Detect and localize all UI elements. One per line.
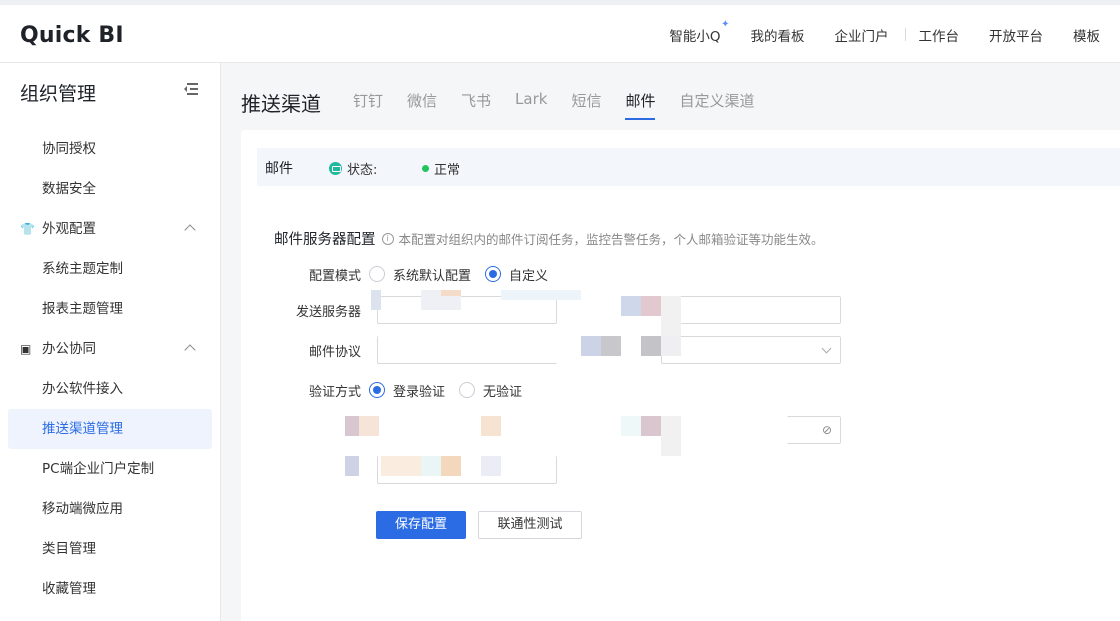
sparkle-icon: ✦ — [721, 19, 730, 30]
redacted-block — [621, 416, 641, 436]
collapse-sidebar-icon[interactable] — [184, 83, 198, 95]
sidebar-group-office[interactable]: ▣ 办公协同 — [20, 329, 200, 369]
redacted-block — [581, 336, 601, 356]
top-bar: Quick BI 智能小Q ✦ 我的看板 企业门户 工作台 开放平台 模板 — [0, 0, 1120, 63]
nav-my-dashboards[interactable]: 我的看板 — [751, 25, 805, 45]
auth-row: 验证方式 登录验证 无验证 — [241, 376, 536, 404]
protocol-select[interactable] — [661, 336, 841, 364]
page-title: 推送渠道 — [241, 92, 321, 116]
auth-label: 验证方式 — [308, 384, 361, 400]
status-channel: 邮件 — [265, 161, 293, 177]
redacted-block — [641, 336, 661, 356]
top-nav: 智能小Q ✦ 我的看板 企业门户 工作台 开放平台 模板 — [669, 19, 1120, 45]
tab-feishu[interactable]: 飞书 — [461, 90, 491, 120]
tab-lark[interactable]: Lark — [515, 90, 547, 120]
sidebar-item-push-channel[interactable]: 推送渠道管理 — [8, 409, 212, 449]
sidebar-item-report-theme[interactable]: 报表主题管理 — [8, 289, 212, 329]
redacted-block — [421, 456, 441, 476]
logo[interactable]: Quick BI — [20, 23, 124, 48]
redacted-block — [601, 336, 621, 356]
redacted-block — [359, 416, 379, 436]
connectivity-test-button[interactable]: 联通性测试 — [478, 511, 582, 539]
redacted-block — [371, 290, 381, 310]
radio-system-default[interactable]: 系统默认配置 — [369, 265, 471, 284]
redacted-block — [481, 456, 501, 476]
status-label: 状态: — [329, 159, 377, 178]
redacted-block — [345, 456, 359, 476]
nav-open-platform[interactable]: 开放平台 — [989, 25, 1043, 45]
sidebar: 组织管理 协同授权 数据安全 👕 外观配置 系统主题定制 报表主题管理 ▣ 办公协同… — [0, 63, 221, 621]
mail-status-icon — [329, 162, 342, 175]
tab-dingtalk[interactable]: 钉钉 — [353, 90, 383, 120]
nav-workbench[interactable]: 工作台 — [919, 25, 960, 45]
eye-hidden-icon[interactable]: ⊘ — [822, 423, 832, 437]
sidebar-title: 组织管理 — [20, 83, 97, 105]
username-input[interactable] — [377, 416, 557, 444]
redacted-block — [621, 296, 641, 316]
radio-login-auth[interactable]: 登录验证 — [369, 381, 445, 400]
sidebar-item-favorites[interactable]: 收藏管理 — [8, 569, 212, 609]
status-dot-icon — [422, 165, 429, 172]
redacted-block — [661, 416, 681, 456]
nav-enterprise-portal[interactable]: 企业门户 — [835, 25, 906, 45]
config-card: 邮件 状态: 正常 邮件服务器配置 i 本配置对组织内的邮件订阅任务，监控告警任… — [241, 130, 1120, 621]
password-input[interactable]: ⊘ — [787, 416, 841, 444]
info-icon: i — [381, 232, 394, 245]
sidebar-item-system-theme[interactable]: 系统主题定制 — [8, 249, 212, 289]
redacted-block — [661, 336, 681, 356]
redacted-block — [641, 296, 661, 316]
redacted-block — [641, 416, 661, 436]
status-bar: 邮件 状态: 正常 — [257, 148, 1120, 186]
redacted-block — [441, 290, 461, 296]
tab-email[interactable]: 邮件 — [625, 90, 656, 120]
sidebar-item-office-software[interactable]: 办公软件接入 — [8, 369, 212, 409]
sidebar-item-category[interactable]: 类目管理 — [8, 529, 212, 569]
channel-tabs: 钉钉 微信 飞书 Lark 短信 邮件 自定义渠道 — [353, 90, 779, 120]
config-mode-label: 配置模式 — [308, 268, 361, 284]
server-label: 发送服务器 — [295, 304, 361, 320]
redacted-block — [501, 290, 581, 300]
nav-templates[interactable]: 模板 — [1073, 25, 1100, 45]
shirt-icon: 👕 — [20, 222, 35, 236]
chevron-up-icon — [184, 224, 196, 236]
protocol-input[interactable] — [377, 336, 557, 364]
sidebar-item-pc-portal[interactable]: PC端企业门户定制 — [8, 449, 212, 489]
tab-custom[interactable]: 自定义渠道 — [679, 90, 754, 120]
section-title: 邮件服务器配置 i 本配置对组织内的邮件订阅任务，监控告警任务，个人邮箱验证等功… — [274, 228, 824, 249]
config-mode-row: 配置模式 系统默认配置 自定义 — [241, 260, 562, 288]
redacted-block — [661, 296, 681, 336]
tab-sms[interactable]: 短信 — [571, 90, 601, 120]
section-hint: 本配置对组织内的邮件订阅任务，监控告警任务，个人邮箱验证等功能生效。 — [398, 232, 824, 247]
sidebar-item-data-security[interactable]: 数据安全 — [8, 169, 212, 209]
protocol-row: 邮件协议 — [241, 336, 369, 364]
server-port-input[interactable] — [661, 296, 841, 324]
status-badge: 正常 — [422, 159, 460, 178]
sidebar-group-appearance[interactable]: 👕 外观配置 — [20, 209, 200, 249]
redacted-block — [441, 456, 461, 476]
main-content: 推送渠道 钉钉 微信 飞书 Lark 短信 邮件 自定义渠道 邮件 状态: 正常… — [221, 63, 1120, 621]
sidebar-item-collab-auth[interactable]: 协同授权 — [8, 129, 212, 169]
server-row: 发送服务器 — [241, 296, 369, 324]
save-config-button[interactable]: 保存配置 — [376, 511, 466, 539]
protocol-label: 邮件协议 — [308, 344, 361, 360]
nav-smart-q[interactable]: 智能小Q ✦ — [669, 19, 729, 45]
server-host-input[interactable] — [377, 296, 557, 324]
sidebar-item-mobile-app[interactable]: 移动端微应用 — [8, 489, 212, 529]
tab-wechat[interactable]: 微信 — [407, 90, 437, 120]
radio-custom[interactable]: 自定义 — [485, 265, 548, 284]
redacted-block — [345, 416, 359, 436]
radio-no-auth[interactable]: 无验证 — [459, 381, 522, 400]
chevron-down-icon — [821, 343, 832, 354]
redacted-block — [381, 456, 421, 476]
chevron-up-icon — [184, 344, 196, 356]
office-icon: ▣ — [20, 342, 32, 356]
redacted-block — [481, 416, 501, 436]
